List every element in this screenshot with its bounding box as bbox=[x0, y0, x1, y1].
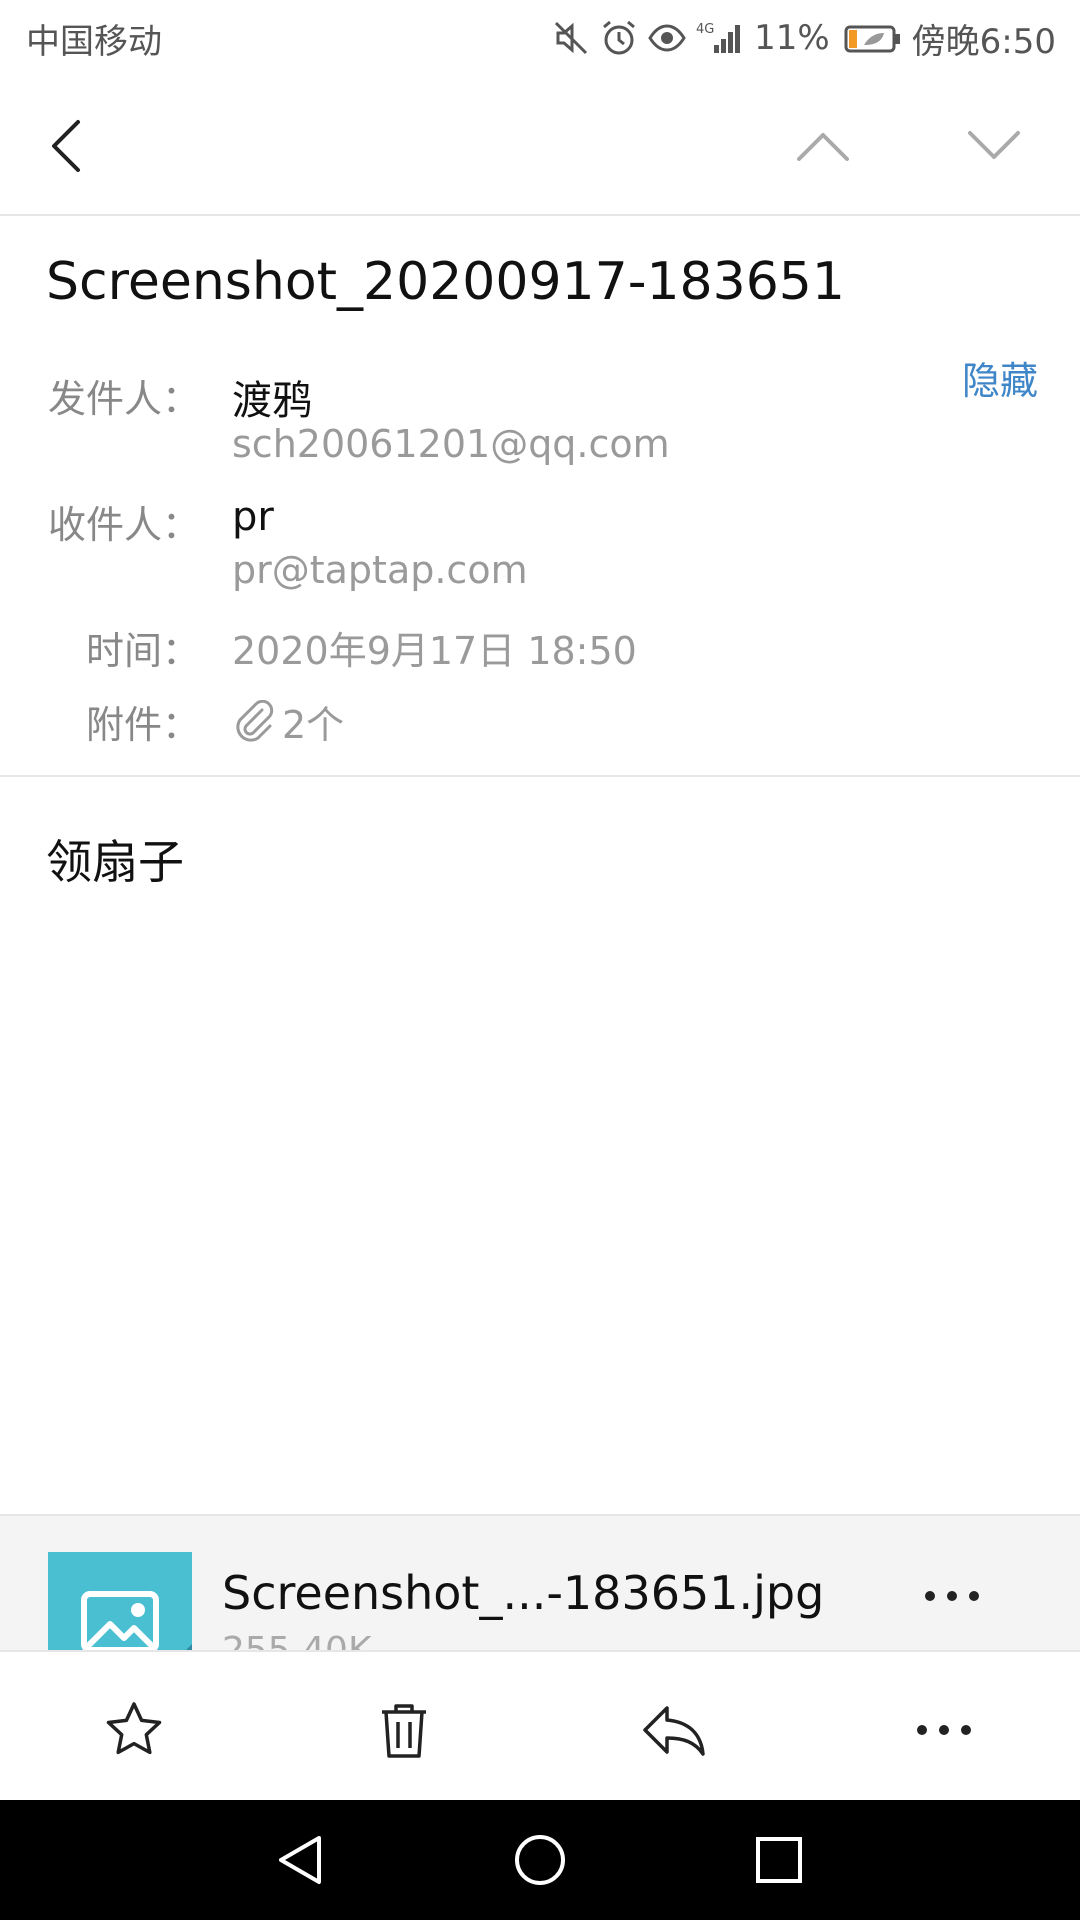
battery-icon bbox=[844, 19, 902, 57]
nav-recents-button[interactable] bbox=[734, 1820, 824, 1900]
nav-home-button[interactable] bbox=[495, 1820, 585, 1900]
delete-button[interactable] bbox=[356, 1682, 452, 1778]
nav-back-icon bbox=[279, 1836, 321, 1884]
image-thumbnail[interactable] bbox=[48, 1552, 192, 1652]
header-divider bbox=[0, 775, 1080, 777]
attachment-more-button[interactable] bbox=[912, 1566, 992, 1626]
system-navigation-bar bbox=[0, 1800, 1080, 1920]
nav-recents-icon bbox=[756, 1837, 802, 1883]
signal-icon: 4G bbox=[696, 19, 744, 57]
recipient-name[interactable]: pr bbox=[232, 494, 274, 540]
next-email-button[interactable] bbox=[954, 106, 1034, 186]
more-icon bbox=[925, 1591, 979, 1601]
attachment-file-size: 255.40K bbox=[222, 1630, 372, 1652]
attachment-summary[interactable]: 2个 bbox=[232, 694, 344, 749]
alarm-icon bbox=[600, 19, 638, 57]
status-icons: 4G 11% 傍晚6:50 bbox=[552, 12, 1056, 64]
recipient-email[interactable]: pr@taptap.com bbox=[232, 548, 528, 592]
status-bar: 中国移动 4G 11% 傍晚6:50 bbox=[0, 0, 1080, 76]
chevron-down-icon bbox=[968, 131, 1020, 159]
attachment-file-name[interactable]: Screenshot_...-183651.jpg bbox=[222, 1566, 824, 1620]
time-label: 时间： bbox=[85, 629, 200, 673]
reply-icon bbox=[643, 1706, 705, 1756]
clock: 傍晚6:50 bbox=[911, 21, 1056, 62]
nav-back-button[interactable] bbox=[255, 1820, 345, 1900]
star-button[interactable] bbox=[86, 1682, 182, 1778]
star-icon bbox=[106, 1702, 162, 1755]
bottom-toolbar bbox=[0, 1650, 1080, 1802]
image-icon bbox=[81, 1591, 159, 1652]
time-value: 2020年9月17日 18:50 bbox=[232, 629, 637, 673]
email-body: 领扇子 bbox=[46, 835, 184, 889]
carrier-name: 中国移动 bbox=[26, 22, 162, 62]
paperclip-icon bbox=[236, 699, 274, 742]
network-type: 4G bbox=[696, 22, 714, 37]
mute-icon bbox=[552, 19, 590, 57]
previous-email-button[interactable] bbox=[783, 106, 863, 186]
more-actions-button[interactable] bbox=[896, 1682, 992, 1778]
chevron-up-icon bbox=[797, 133, 849, 161]
attachment-label: 附件： bbox=[85, 703, 200, 747]
sender-name[interactable]: 渡鸦 bbox=[232, 368, 312, 426]
attachment-bar[interactable]: Screenshot_...-183651.jpg 255.40K bbox=[0, 1514, 1080, 1652]
attachment-count: 2个 bbox=[282, 703, 345, 747]
back-button[interactable] bbox=[26, 106, 106, 186]
email-subject: Screenshot_20200917-183651 bbox=[46, 252, 845, 312]
from-label: 发件人： bbox=[47, 377, 200, 421]
more-icon bbox=[917, 1725, 971, 1735]
nav-home-icon bbox=[515, 1835, 565, 1885]
sender-email[interactable]: sch20061201@qq.com bbox=[232, 422, 670, 466]
back-arrow-icon bbox=[52, 120, 80, 172]
reply-button[interactable] bbox=[626, 1682, 722, 1778]
top-app-bar bbox=[0, 76, 1080, 216]
eye-icon bbox=[648, 19, 686, 57]
trash-icon bbox=[382, 1704, 426, 1758]
to-label: 收件人： bbox=[47, 503, 200, 547]
hide-details-link[interactable]: 隐藏 bbox=[962, 350, 1038, 405]
battery-percent: 11% bbox=[754, 18, 830, 58]
